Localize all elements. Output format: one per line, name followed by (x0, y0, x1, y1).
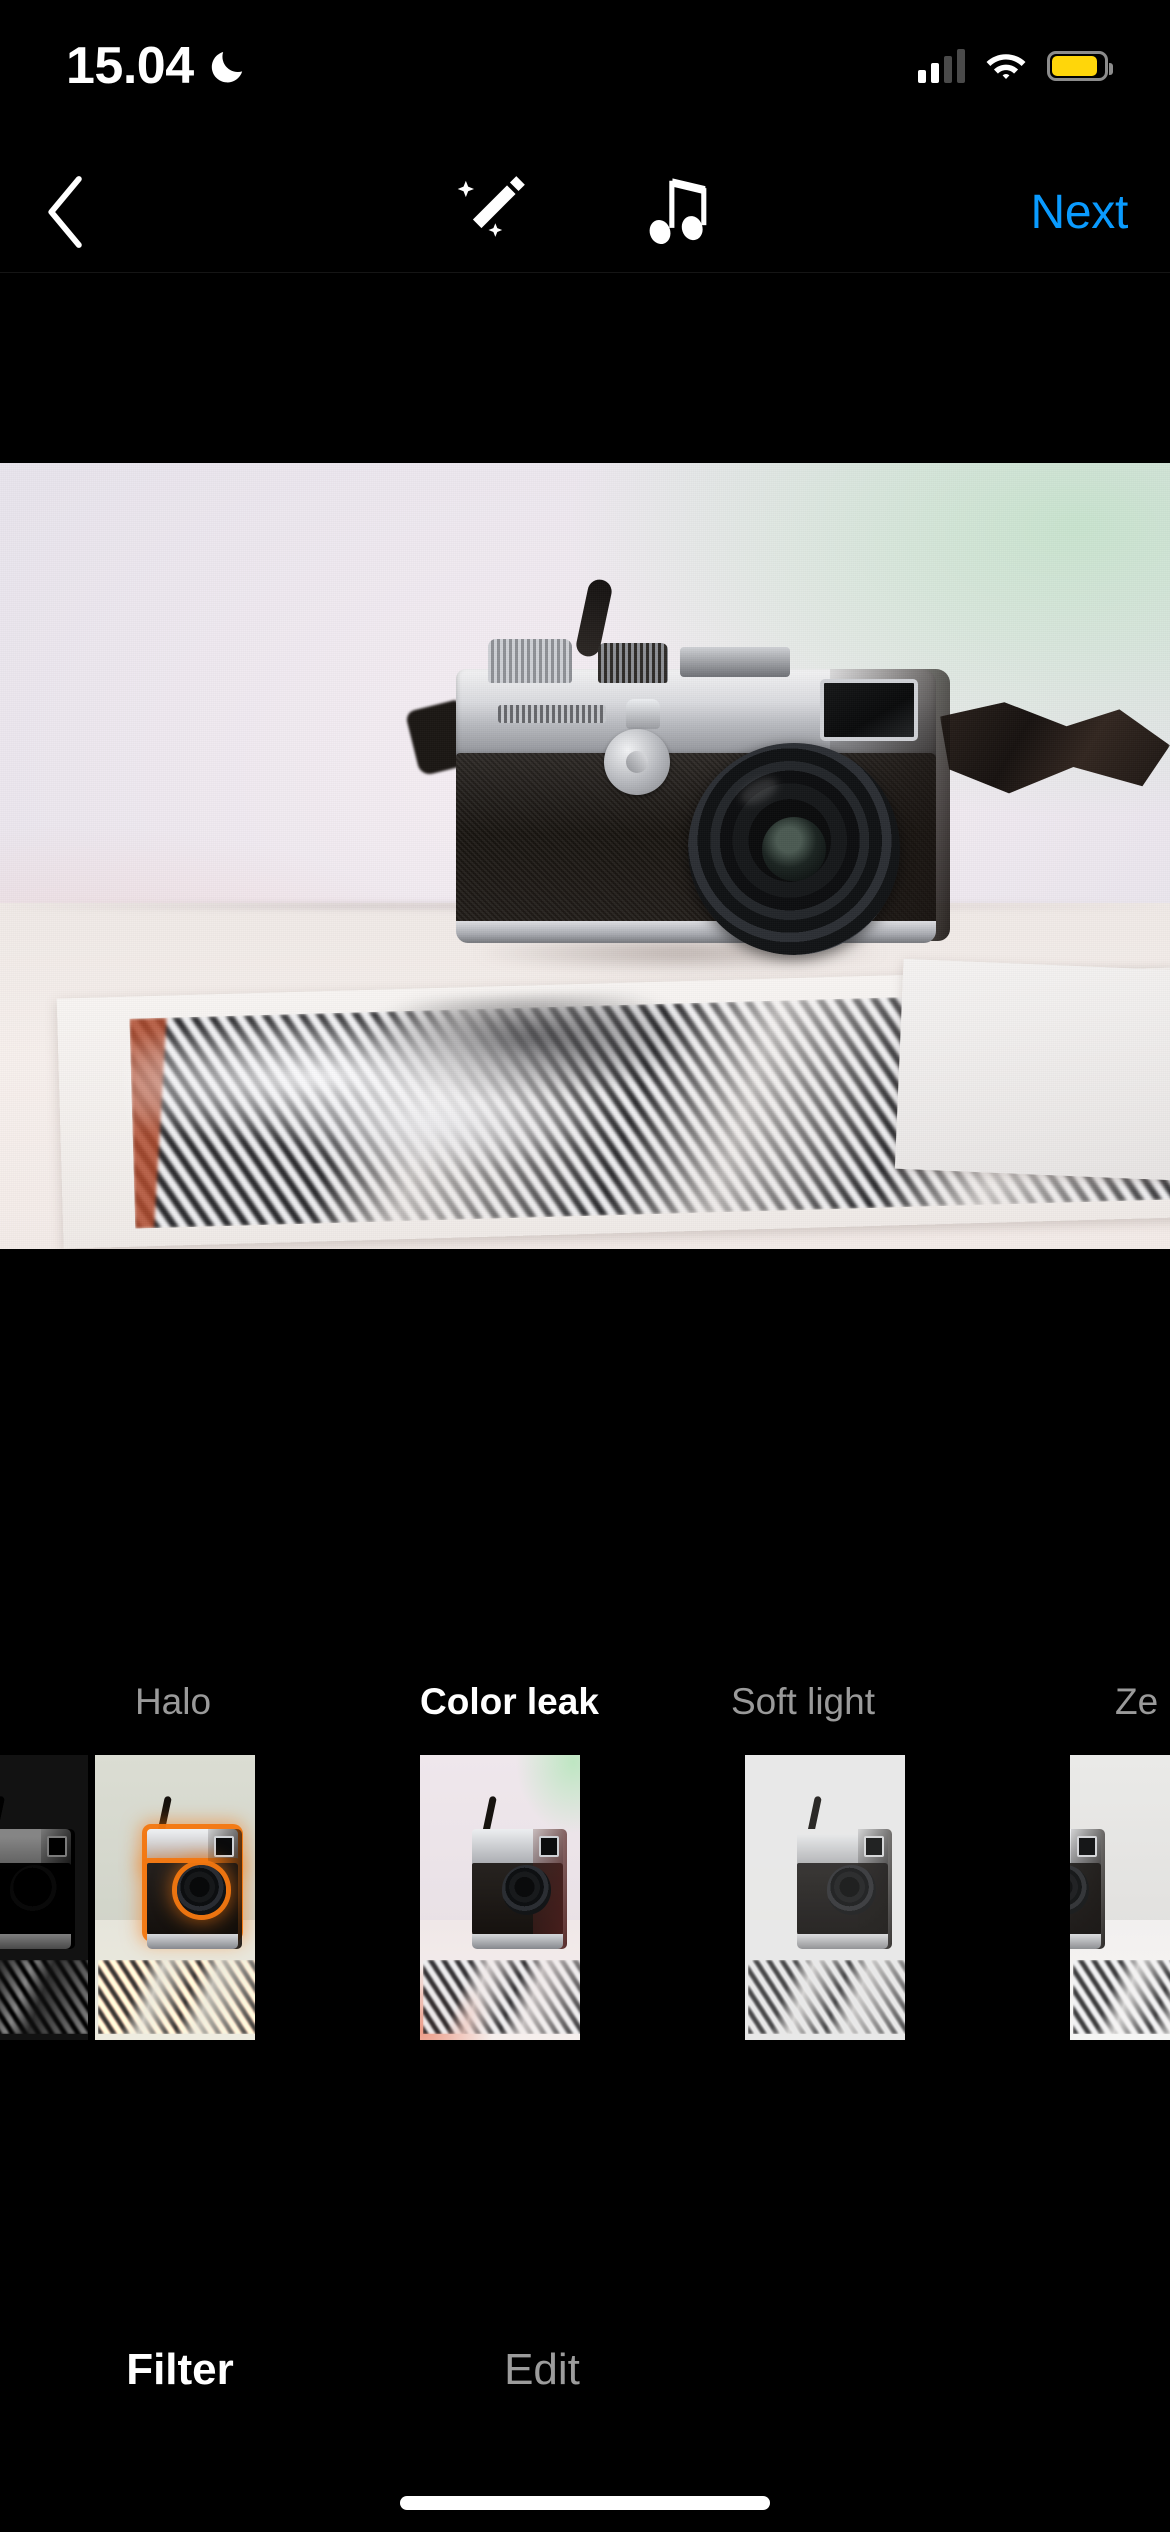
photo-preview[interactable] (0, 463, 1170, 1249)
camera-viewfinder (820, 679, 918, 741)
camera-shutter-dial (488, 639, 572, 683)
battery-icon (1047, 51, 1113, 81)
filter-label-row: Halo Color leak Soft light Ze (0, 1662, 1170, 1742)
back-button[interactable] (18, 164, 114, 260)
status-bar: 15.04 (0, 0, 1170, 132)
filter-label-halo[interactable]: Halo (93, 1662, 253, 1742)
tab-edit[interactable]: Edit (342, 2340, 742, 2400)
filter-thumb-halo[interactable] (95, 1755, 255, 2040)
filter-thumb-preview-color-leak (420, 1755, 580, 2040)
filter-thumb-preview-ze (1070, 1755, 1170, 2040)
filter-thumbnail-strip[interactable] (0, 1755, 1170, 2040)
camera-lens (688, 743, 900, 955)
print-secondary (894, 958, 1170, 1182)
tab-filter[interactable]: Filter (0, 2340, 380, 2400)
navigation-bar: Next (0, 152, 1170, 272)
camera-exposure-dial (598, 643, 668, 683)
filter-thumb-preview-bw (0, 1755, 88, 2040)
battery-level-fill (1052, 56, 1098, 76)
filter-thumb-color-leak[interactable] (420, 1755, 580, 2040)
filter-label-soft-light[interactable]: Soft light (723, 1662, 883, 1742)
music-note-icon (649, 178, 707, 245)
chevron-left-icon (48, 176, 82, 248)
photo-prints (56, 958, 1170, 1249)
nav-tools (441, 164, 729, 260)
filter-thumb-preview-soft-light (745, 1755, 905, 2040)
music-button[interactable] (633, 164, 729, 260)
wifi-icon (986, 54, 1026, 79)
camera-hotshoe (680, 647, 790, 677)
filter-thumb-soft-light[interactable] (745, 1755, 905, 2040)
filter-thumb-ze[interactable] (1070, 1755, 1170, 2040)
preview-canvas (0, 463, 1170, 1249)
filter-label-color-leak[interactable]: Color leak (420, 1662, 599, 1742)
status-bar-right (918, 49, 1113, 83)
camera-front-grille (498, 705, 606, 723)
home-indicator[interactable] (400, 2496, 770, 2510)
moon-icon (211, 52, 242, 83)
cellular-signal-icon (918, 49, 965, 83)
magic-wand-icon (457, 176, 525, 237)
camera-strap-right (940, 702, 1170, 794)
filter-thumb-0[interactable] (0, 1755, 88, 2040)
status-bar-left: 15.04 (66, 40, 248, 92)
filter-label-ze[interactable]: Ze (1115, 1662, 1170, 1742)
nav-bar-divider (0, 272, 1170, 273)
filter-thumb-preview-halo (95, 1755, 255, 2040)
app-screen: 15.04 Next Halo Color leak Soft light Ze… (0, 0, 1170, 2532)
camera-front-selector (604, 729, 670, 795)
magic-wand-button[interactable] (441, 164, 537, 260)
camera-shutter-button (626, 699, 660, 729)
status-bar-clock: 15.04 (66, 37, 194, 95)
next-button[interactable]: Next (1031, 185, 1129, 240)
camera-subject (404, 577, 1170, 973)
print-soft-subject (126, 988, 773, 1197)
